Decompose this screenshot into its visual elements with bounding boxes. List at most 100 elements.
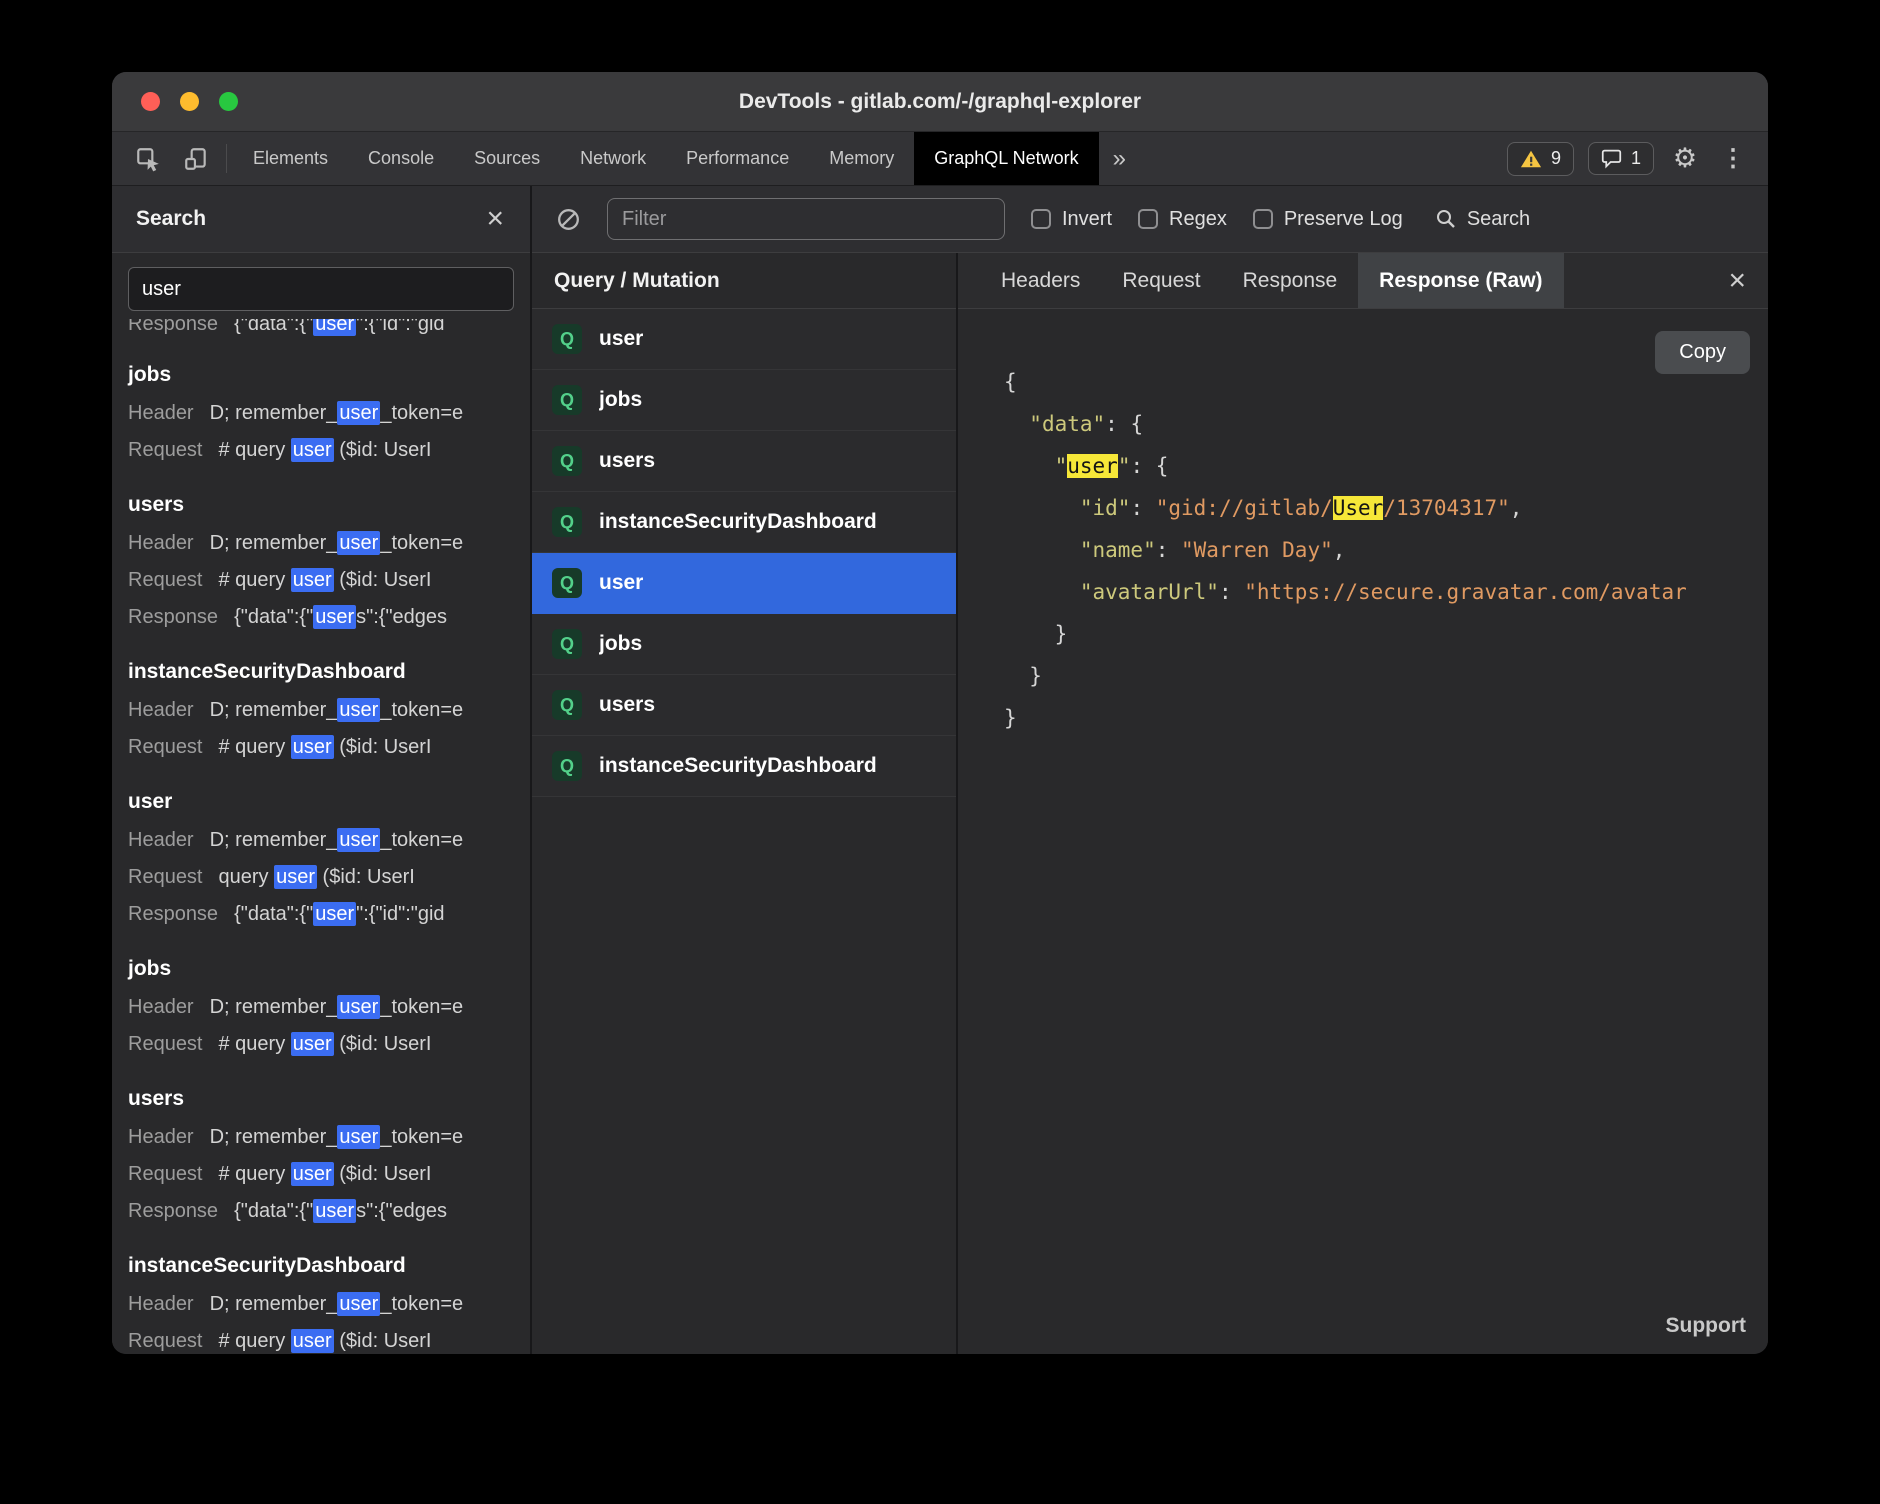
json-line: } xyxy=(1004,613,1768,655)
query-list-item[interactable]: QinstanceSecurityDashboard xyxy=(532,736,956,797)
tab-response-raw[interactable]: Response (Raw) xyxy=(1358,253,1563,308)
result-group-title[interactable]: users xyxy=(128,485,514,525)
result-group-title[interactable]: instanceSecurityDashboard xyxy=(128,1246,514,1286)
devtools-tabbar: Elements Console Sources Network Perform… xyxy=(112,132,1768,186)
result-text-segment: ":{"id":"gid xyxy=(356,903,444,925)
toolbar-search-button[interactable]: Search xyxy=(1435,208,1530,231)
search-result-line[interactable]: HeaderD; remember_user_token=e xyxy=(128,525,514,562)
json-line: "data": { xyxy=(1004,403,1768,445)
tabbar-separator xyxy=(226,144,227,173)
search-result-line[interactable]: Requestquery user ($id: UserI xyxy=(128,859,514,896)
result-line-label: Header xyxy=(128,1126,194,1148)
result-line-label: Header xyxy=(128,1293,194,1315)
tab-elements[interactable]: Elements xyxy=(233,132,348,185)
query-list-item[interactable]: Qjobs xyxy=(532,370,956,431)
regex-checkbox[interactable]: Regex xyxy=(1138,208,1227,231)
search-input[interactable] xyxy=(128,267,514,311)
result-group-title[interactable]: user xyxy=(128,782,514,822)
clipped-result-line: Response{"data":{"user":{"id":"gid xyxy=(128,319,514,339)
support-link[interactable]: Support xyxy=(1666,1314,1746,1338)
query-list-item[interactable]: Qusers xyxy=(532,675,956,736)
search-result-line[interactable]: HeaderD; remember_user_token=e xyxy=(128,989,514,1026)
tab-console[interactable]: Console xyxy=(348,132,454,185)
search-result-line[interactable]: Request# query user ($id: UserI xyxy=(128,432,514,469)
query-name: user xyxy=(599,571,643,595)
issues-badge[interactable]: 1 xyxy=(1588,142,1654,175)
result-line-label: Response xyxy=(128,319,218,335)
result-text-segment: {"data":{" xyxy=(234,319,313,335)
clear-log-icon[interactable] xyxy=(556,207,581,232)
result-text-segment: _token=e xyxy=(380,1126,463,1148)
search-result-line[interactable]: Response{"data":{"user":{"id":"gid xyxy=(128,896,514,933)
query-list-item[interactable]: Qusers xyxy=(532,431,956,492)
result-line-label: Request xyxy=(128,736,203,758)
invert-checkbox[interactable]: Invert xyxy=(1031,208,1112,231)
close-window-button[interactable] xyxy=(141,92,160,111)
search-match-highlight: user xyxy=(291,1329,334,1353)
result-group-title[interactable]: instanceSecurityDashboard xyxy=(128,652,514,692)
result-group-title[interactable]: jobs xyxy=(128,949,514,989)
raw-json-viewer: { "data": { "user": { "id": "gid://gitla… xyxy=(958,309,1768,739)
preserve-log-checkbox[interactable]: Preserve Log xyxy=(1253,208,1403,231)
search-result-line[interactable]: Request# query user ($id: UserI xyxy=(128,729,514,766)
search-result-line[interactable]: HeaderD; remember_user_token=e xyxy=(128,692,514,729)
tab-network[interactable]: Network xyxy=(560,132,666,185)
minimize-window-button[interactable] xyxy=(180,92,199,111)
result-text-segment: D; remember_ xyxy=(210,402,338,424)
query-list-item[interactable]: Qjobs xyxy=(532,614,956,675)
search-result-line[interactable]: Request# query user ($id: UserI xyxy=(128,1323,514,1354)
search-result-line[interactable]: HeaderD; remember_user_token=e xyxy=(128,1119,514,1156)
query-type-badge: Q xyxy=(552,629,582,659)
detail-close-icon[interactable]: × xyxy=(1706,253,1768,308)
graphql-network-panel: Invert Regex Preserve Log Search xyxy=(532,186,1768,1354)
json-line: "id": "gid://gitlab/User/13704317", xyxy=(1004,487,1768,529)
json-token: " xyxy=(1118,454,1131,478)
query-list-item[interactable]: QinstanceSecurityDashboard xyxy=(532,492,956,553)
json-token: : xyxy=(1130,496,1155,520)
zoom-window-button[interactable] xyxy=(219,92,238,111)
checkbox-box xyxy=(1138,209,1158,229)
result-text-segment: _token=e xyxy=(380,532,463,554)
search-match-highlight: User xyxy=(1333,496,1384,520)
warnings-badge[interactable]: 9 xyxy=(1507,142,1574,176)
result-group-title[interactable]: users xyxy=(128,1079,514,1119)
inspect-element-icon[interactable] xyxy=(124,132,172,185)
search-result-line[interactable]: HeaderD; remember_user_token=e xyxy=(128,822,514,859)
search-result-line[interactable]: Request# query user ($id: UserI xyxy=(128,1026,514,1063)
search-result-line[interactable]: Response{"data":{"users":{"edges xyxy=(128,1193,514,1230)
tab-headers[interactable]: Headers xyxy=(980,253,1101,308)
tab-performance[interactable]: Performance xyxy=(666,132,809,185)
search-result-line[interactable]: HeaderD; remember_user_token=e xyxy=(128,395,514,432)
result-text-segment: D; remember_ xyxy=(210,699,338,721)
tab-graphql-network[interactable]: GraphQL Network xyxy=(914,132,1098,185)
search-result-line[interactable]: Request# query user ($id: UserI xyxy=(128,562,514,599)
tab-memory[interactable]: Memory xyxy=(809,132,914,185)
result-line-label: Response xyxy=(128,903,218,925)
kebab-menu-icon[interactable]: ⋮ xyxy=(1716,144,1750,173)
query-list-item[interactable]: Quser xyxy=(532,309,956,370)
search-result-line[interactable]: HeaderD; remember_user_token=e xyxy=(128,1286,514,1323)
search-match-highlight: user xyxy=(337,1292,380,1316)
settings-gear-icon[interactable]: ⚙ xyxy=(1668,143,1702,174)
search-panel-close-icon[interactable]: × xyxy=(486,204,504,234)
json-token: } xyxy=(1004,622,1067,646)
filter-input[interactable] xyxy=(607,198,1005,240)
copy-button[interactable]: Copy xyxy=(1655,331,1750,374)
result-group-title[interactable]: jobs xyxy=(128,355,514,395)
query-name: instanceSecurityDashboard xyxy=(599,754,877,778)
query-type-badge: Q xyxy=(552,568,582,598)
result-line-label: Response xyxy=(128,1200,218,1222)
search-match-highlight: user xyxy=(313,605,356,629)
search-result-line[interactable]: Response{"data":{"users":{"edges xyxy=(128,599,514,636)
tab-response[interactable]: Response xyxy=(1222,253,1359,308)
search-result-line[interactable]: Response{"data":{"user":{"id":"gid xyxy=(128,319,445,339)
result-text-segment: ($id: UserI xyxy=(334,736,432,758)
more-tabs-chevron-icon[interactable]: » xyxy=(1099,132,1140,185)
json-token: "id" xyxy=(1080,496,1131,520)
query-list-item[interactable]: Quser xyxy=(532,553,956,614)
search-result-line[interactable]: Request# query user ($id: UserI xyxy=(128,1156,514,1193)
result-text-segment: D; remember_ xyxy=(210,532,338,554)
device-toolbar-icon[interactable] xyxy=(172,132,220,185)
tab-request[interactable]: Request xyxy=(1101,253,1221,308)
tab-sources[interactable]: Sources xyxy=(454,132,560,185)
